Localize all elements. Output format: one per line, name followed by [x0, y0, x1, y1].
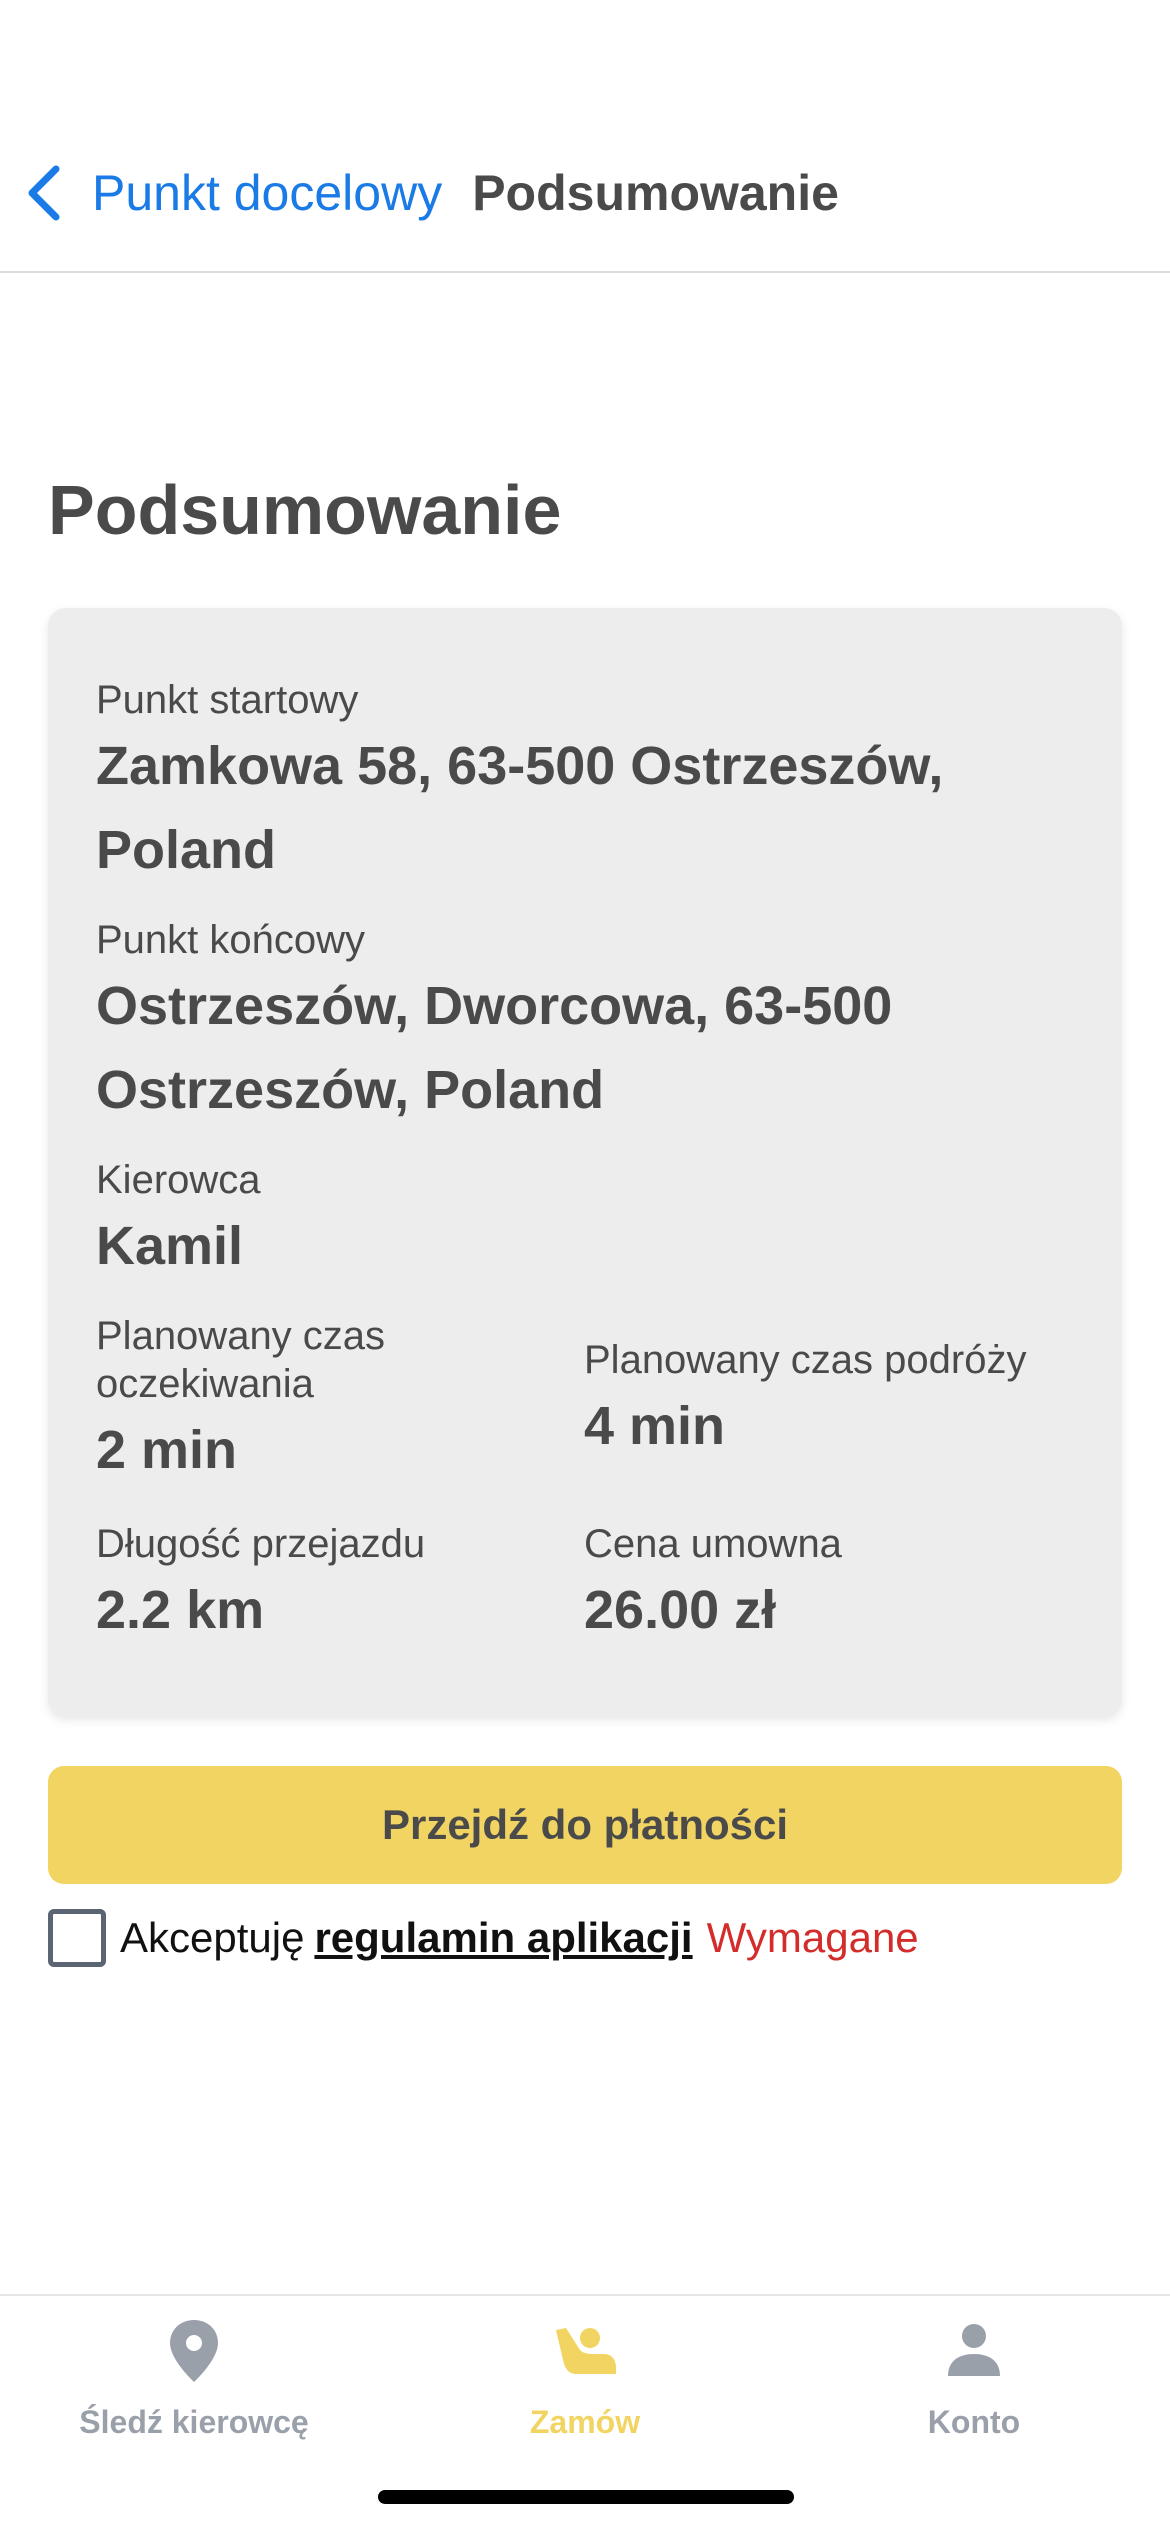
- person-icon: [948, 2324, 1000, 2376]
- terms-link[interactable]: regulamin aplikacji: [314, 1914, 692, 1962]
- location-pin-icon: [170, 2320, 218, 2382]
- travel-time: Planowany czas podróży 4 min: [584, 1312, 1074, 1520]
- end-point-label: Punkt końcowy: [96, 918, 366, 962]
- start-point-value: Zamkowa 58, 63-500 Ostrzeszów, Poland: [96, 736, 944, 880]
- end-point-value: Ostrzeszów, Dworcowa, 63-500 Ostrzeszów,…: [96, 976, 893, 1120]
- tab-track-driver-label: Śledź kierowcę: [79, 2404, 309, 2440]
- end-point: Punkt końcowy Ostrzeszów, Dworcowa, 63-5…: [96, 916, 1074, 1132]
- price-value: 26.00 zł: [584, 1580, 777, 1640]
- distance-value: 2.2 km: [96, 1580, 265, 1640]
- wait-time-label: Planowany czas oczekiwania: [96, 1314, 386, 1406]
- tab-track-driver[interactable]: Śledź kierowcę: [44, 2316, 344, 2456]
- driver: Kierowca Kamil: [96, 1156, 1074, 1288]
- wait-time-value: 2 min: [96, 1420, 238, 1480]
- driver-value: Kamil: [96, 1216, 244, 1276]
- times-row: Planowany czas oczekiwania 2 min Planowa…: [96, 1312, 1074, 1520]
- tab-account[interactable]: Konto: [824, 2316, 1124, 2456]
- price-label: Cena umowna: [584, 1522, 842, 1566]
- page-title: Podsumowanie: [48, 471, 562, 549]
- start-point: Punkt startowy Zamkowa 58, 63-500 Ostrze…: [96, 676, 1074, 892]
- tab-order[interactable]: Zamów: [435, 2316, 735, 2456]
- tab-account-label: Konto: [927, 2404, 1021, 2440]
- summary-card: Punkt startowy Zamkowa 58, 63-500 Ostrze…: [48, 608, 1122, 1716]
- driver-label: Kierowca: [96, 1158, 261, 1202]
- distance: Długość przejazdu 2.2 km: [96, 1520, 584, 1652]
- required-badge: Wymagane: [706, 1914, 919, 1961]
- terms-prefix: Akceptuję: [120, 1914, 305, 1961]
- home-indicator: [378, 2490, 794, 2504]
- navigation-bar: Punkt docelowy Podsumowanie: [0, 130, 1170, 273]
- price: Cena umowna 26.00 zł: [584, 1520, 1074, 1652]
- summary-screen: Punkt docelowy Podsumowanie Podsumowanie…: [0, 0, 1170, 2532]
- distance-price-row: Długość przejazdu 2.2 km Cena umowna 26.…: [96, 1520, 1074, 1652]
- nav-title: Podsumowanie: [472, 164, 839, 221]
- distance-label: Długość przejazdu: [96, 1522, 426, 1566]
- hailing-person-icon: [556, 2328, 616, 2374]
- terms-checkbox[interactable]: [48, 1909, 106, 1967]
- back-button[interactable]: Punkt docelowy: [24, 163, 442, 223]
- proceed-to-payment-button[interactable]: Przejdź do płatności: [48, 1766, 1122, 1884]
- travel-time-value: 4 min: [584, 1396, 726, 1456]
- chevron-left-icon: [28, 165, 60, 220]
- tab-order-label: Zamów: [529, 2404, 641, 2440]
- terms-row: Akceptuję regulamin aplikacji Wymagane: [48, 1908, 919, 1968]
- start-point-label: Punkt startowy: [96, 678, 359, 722]
- wait-time: Planowany czas oczekiwania 2 min: [96, 1312, 584, 1520]
- back-button-label: Punkt docelowy: [92, 164, 443, 221]
- travel-time-label: Planowany czas podróży: [584, 1338, 1027, 1382]
